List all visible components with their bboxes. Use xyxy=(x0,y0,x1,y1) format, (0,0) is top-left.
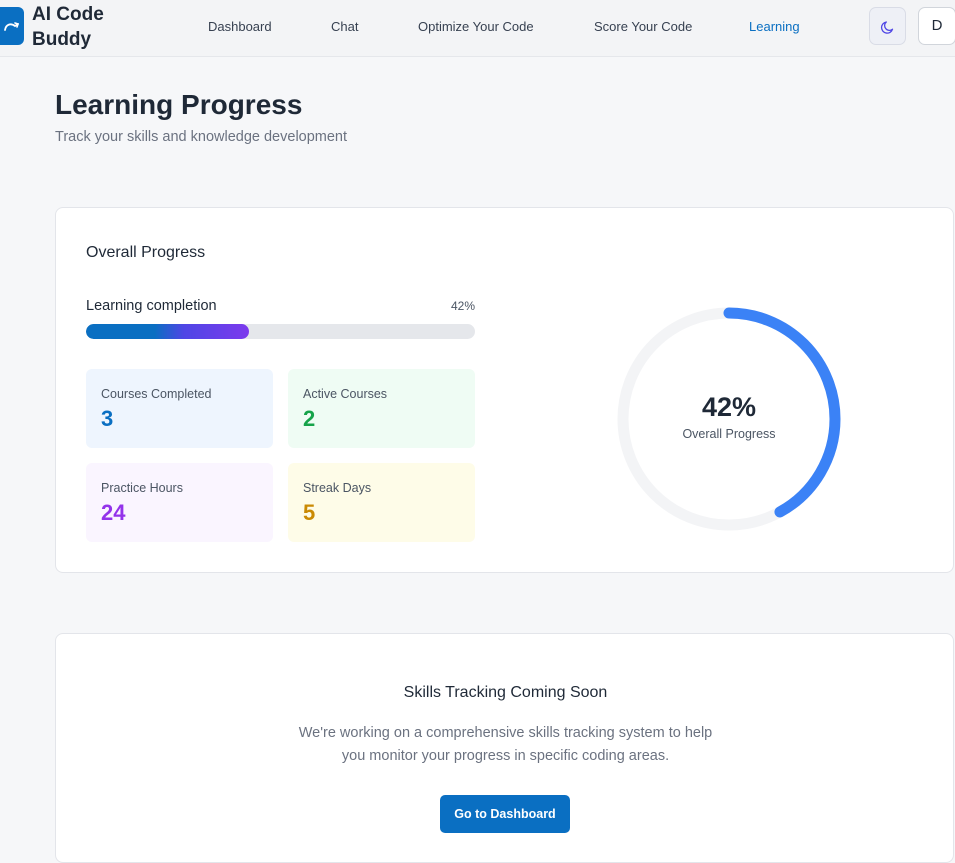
brand-name[interactable]: AI Code Buddy xyxy=(32,2,142,52)
stat-value: 3 xyxy=(101,406,114,431)
completion-percent: 42% xyxy=(450,299,475,313)
nav-learning[interactable]: Learning xyxy=(749,18,800,36)
theme-toggle-button[interactable] xyxy=(869,7,906,45)
ring-label: Overall Progress xyxy=(682,427,776,441)
ring-percent: 42% xyxy=(701,392,757,422)
stat-value: 2 xyxy=(303,406,316,431)
nav-dashboard[interactable]: Dashboard xyxy=(208,18,272,36)
completion-label: Learning completion xyxy=(86,298,217,314)
stat-active-courses: Active Courses 2 xyxy=(288,369,475,448)
top-navbar: AI Code Buddy Dashboard Chat Optimize Yo… xyxy=(0,0,955,57)
stat-value: 24 xyxy=(101,500,126,525)
page-title: Learning Progress xyxy=(55,89,303,120)
user-avatar-button[interactable]: D xyxy=(918,7,955,45)
completion-progress-bar xyxy=(86,324,475,339)
stat-label: Practice Hours xyxy=(101,481,183,495)
stat-practice-hours: Practice Hours 24 xyxy=(86,463,273,542)
stat-label: Active Courses xyxy=(303,387,388,401)
skills-title: Skills Tracking Coming Soon xyxy=(403,684,608,701)
stat-streak-days: Streak Days 5 xyxy=(288,463,475,542)
skills-description: We're working on a comprehensive skills … xyxy=(298,725,713,764)
overall-progress-ring: 42% Overall Progress xyxy=(615,305,843,533)
nav-optimize-code[interactable]: Optimize Your Code xyxy=(418,18,534,36)
logo-arrow-icon xyxy=(4,22,20,31)
overall-progress-card: Overall Progress Learning completion 42%… xyxy=(55,207,954,573)
page-subtitle: Track your skills and knowledge developm… xyxy=(55,129,348,145)
stat-courses-completed: Courses Completed 3 xyxy=(86,369,273,448)
stat-label: Streak Days xyxy=(303,481,372,495)
nav-chat[interactable]: Chat xyxy=(331,18,358,36)
app-logo[interactable] xyxy=(0,7,24,45)
moon-icon xyxy=(880,21,894,34)
stat-value: 5 xyxy=(303,500,316,525)
overall-progress-title: Overall Progress xyxy=(86,244,206,261)
nav-score-code[interactable]: Score Your Code xyxy=(594,18,692,36)
skills-tracking-card: Skills Tracking Coming Soon We're workin… xyxy=(55,633,954,863)
completion-progress-fill xyxy=(86,324,250,339)
go-to-dashboard-button[interactable]: Go to Dashboard xyxy=(440,795,570,833)
stat-label: Courses Completed xyxy=(101,387,212,401)
